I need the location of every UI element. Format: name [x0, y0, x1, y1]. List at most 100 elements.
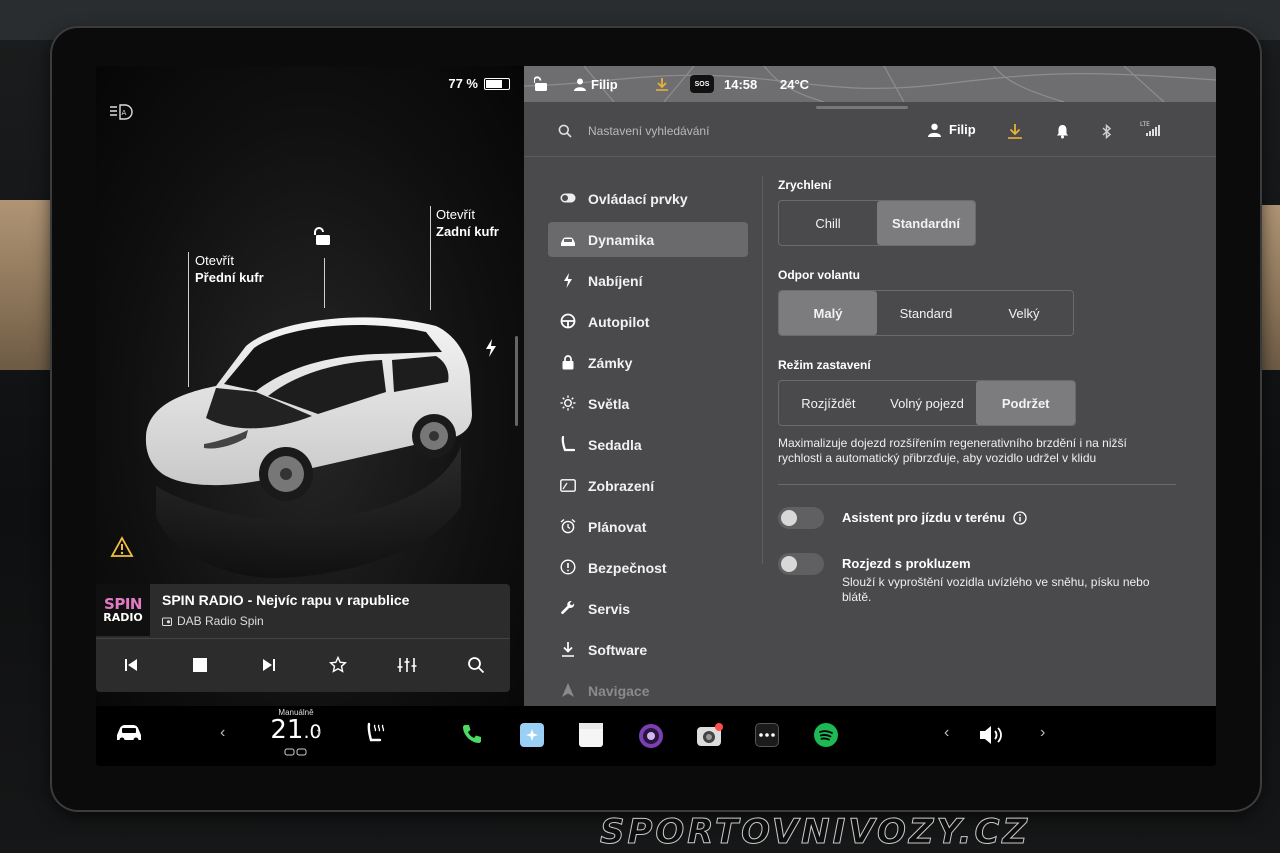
- battery-level-fill: [486, 79, 503, 88]
- media-player: SPIN RADIO SPIN RADIO - Nejvíc rapu v ra…: [96, 584, 510, 692]
- warning-icon[interactable]: [110, 536, 134, 563]
- album-art[interactable]: SPIN RADIO: [96, 584, 150, 636]
- phone-icon[interactable]: [460, 722, 484, 746]
- theater-app-icon[interactable]: [638, 723, 664, 749]
- settings-header: Nastavení vyhledávání Filip LTE: [524, 110, 1216, 156]
- nav-divider: [762, 176, 763, 564]
- equalizer-icon: [397, 658, 416, 672]
- battery-icon: [484, 77, 510, 90]
- touchscreen: 77 % A Otevřít Přední kufr Otevřít Zadní…: [96, 66, 1216, 766]
- nav-item-alarm-clock[interactable]: Plánovat: [548, 506, 748, 547]
- nav-item-toggle[interactable]: Ovládací prvky: [548, 178, 748, 219]
- open-frunk-label[interactable]: Otevřít Přední kufr: [195, 252, 264, 286]
- steering-option-1[interactable]: Standard: [877, 291, 975, 335]
- dashcam-app-icon[interactable]: [696, 722, 724, 748]
- notification-bell-icon[interactable]: [1056, 124, 1069, 144]
- climate-control[interactable]: Manuálně 21.0: [246, 706, 346, 766]
- unlock-icon[interactable]: [314, 226, 332, 251]
- offroad-assist-toggle[interactable]: [778, 507, 824, 529]
- nav-item-label: Ovládací prvky: [588, 190, 688, 207]
- media-source-label: DAB Radio Spin: [177, 614, 264, 628]
- nav-item-steering-wheel[interactable]: Autopilot: [548, 301, 748, 342]
- nav-item-label: Plánovat: [588, 518, 647, 535]
- stopping-option-0[interactable]: Rozjíždět: [779, 381, 878, 425]
- sos-button[interactable]: SOS: [690, 75, 714, 93]
- acceleration-option-1[interactable]: Standardní: [877, 201, 975, 245]
- cabin-temperature: 21.0: [246, 717, 346, 745]
- car-model-image[interactable]: [136, 296, 476, 586]
- header-user-profile[interactable]: Filip: [928, 122, 976, 137]
- seat-heater-icon[interactable]: [366, 722, 388, 746]
- status-temperature: 24°C: [780, 76, 810, 92]
- battery-status[interactable]: 77 %: [448, 76, 510, 91]
- offroad-assist-text: Asistent pro jízdu v terénu: [842, 510, 1006, 525]
- steering-option-2[interactable]: Velký: [975, 291, 1073, 335]
- open-trunk-label[interactable]: Otevřít Zadní kufr: [436, 206, 499, 240]
- nav-item-sun[interactable]: Světla: [548, 383, 748, 424]
- car-panel-scroll-indicator[interactable]: [515, 336, 518, 426]
- nav-item-label: Sedadla: [588, 436, 642, 453]
- bluetooth-icon[interactable]: [1102, 123, 1112, 144]
- media-source[interactable]: DAB Radio Spin: [162, 614, 264, 628]
- dynamics-settings: Zrychlení Chill Standardní Odpor volantu …: [778, 178, 1178, 611]
- media-divider: [96, 638, 510, 639]
- nav-item-label: Bezpečnost: [588, 559, 667, 576]
- nav-item-seat[interactable]: Sedadla: [548, 424, 748, 465]
- nav-item-lock[interactable]: Zámky: [548, 342, 748, 383]
- temp-down-chevron-icon[interactable]: ‹: [220, 724, 225, 742]
- defrost-icon: [284, 748, 307, 756]
- status-download-icon[interactable]: [656, 77, 668, 91]
- lte-label: LTE: [1140, 121, 1150, 128]
- nav-item-label: Dynamika: [588, 231, 655, 248]
- previous-track-button[interactable]: [116, 650, 146, 680]
- settings-search-input[interactable]: Nastavení vyhledávání: [588, 124, 709, 138]
- user-icon: [574, 78, 586, 91]
- info-icon[interactable]: [1013, 510, 1027, 525]
- toybox-app-icon[interactable]: [520, 723, 544, 747]
- drag-handle[interactable]: [816, 106, 908, 109]
- nav-item-label: Nabíjení: [588, 272, 643, 289]
- media-search-button[interactable]: [461, 650, 491, 680]
- lte-signal[interactable]: LTE: [1138, 119, 1162, 142]
- steering-option-0[interactable]: Malý: [779, 291, 877, 335]
- stopping-option-1[interactable]: Volný pojezd: [878, 381, 977, 425]
- offroad-assist-row: Asistent pro jízdu v terénu: [778, 505, 1178, 533]
- next-track-button[interactable]: [254, 650, 284, 680]
- nav-item-info-circle[interactable]: Bezpečnost: [548, 547, 748, 588]
- nav-item-wrench[interactable]: Servis: [548, 588, 748, 629]
- nav-item-navigation-arrow[interactable]: Navigace: [548, 670, 748, 711]
- more-dots-icon: [759, 733, 775, 737]
- stopping-mode-selector: Rozjíždět Volný pojezd Podržet: [778, 380, 1076, 426]
- station-title: SPIN RADIO - Nejvíc rapu v rapublice: [162, 592, 410, 608]
- temp-up-chevron-icon[interactable]: ›: [316, 724, 321, 742]
- star-icon: [328, 656, 347, 673]
- stop-button[interactable]: [185, 650, 215, 680]
- car-icon[interactable]: [114, 722, 144, 744]
- equalizer-button[interactable]: [392, 650, 422, 680]
- more-apps-button[interactable]: [755, 723, 779, 747]
- volume-speaker-icon[interactable]: [978, 724, 1008, 746]
- charge-port-bolt-icon[interactable]: [484, 338, 498, 363]
- nav-item-car[interactable]: Dynamika: [548, 222, 748, 257]
- header-user-name: Filip: [949, 122, 976, 137]
- spotify-app-icon[interactable]: [814, 723, 838, 747]
- nav-item-display[interactable]: Zobrazení: [548, 465, 748, 506]
- nav-item-bolt[interactable]: Nabíjení: [548, 260, 748, 301]
- nav-item-label: Servis: [588, 600, 631, 617]
- status-lock-icon[interactable]: [534, 76, 548, 92]
- stopping-option-2[interactable]: Podržet: [976, 381, 1075, 425]
- nav-item-download[interactable]: Software: [548, 629, 748, 670]
- auto-headlight-icon[interactable]: A: [108, 102, 134, 127]
- software-update-icon[interactable]: [1008, 124, 1022, 144]
- acceleration-title: Zrychlení: [778, 178, 832, 192]
- favorite-button[interactable]: [323, 650, 353, 680]
- settings-search-icon[interactable]: [558, 124, 572, 143]
- calendar-app-icon[interactable]: [579, 723, 603, 747]
- slip-start-label: Rozjezd s prokluzem: [842, 556, 971, 571]
- slip-start-toggle[interactable]: [778, 553, 824, 575]
- volume-down-chevron-icon[interactable]: ‹: [944, 724, 949, 742]
- toggle-knob: [781, 510, 797, 526]
- volume-up-chevron-icon[interactable]: ›: [1040, 724, 1045, 742]
- acceleration-option-0[interactable]: Chill: [779, 201, 877, 245]
- status-user[interactable]: Filip: [574, 77, 618, 92]
